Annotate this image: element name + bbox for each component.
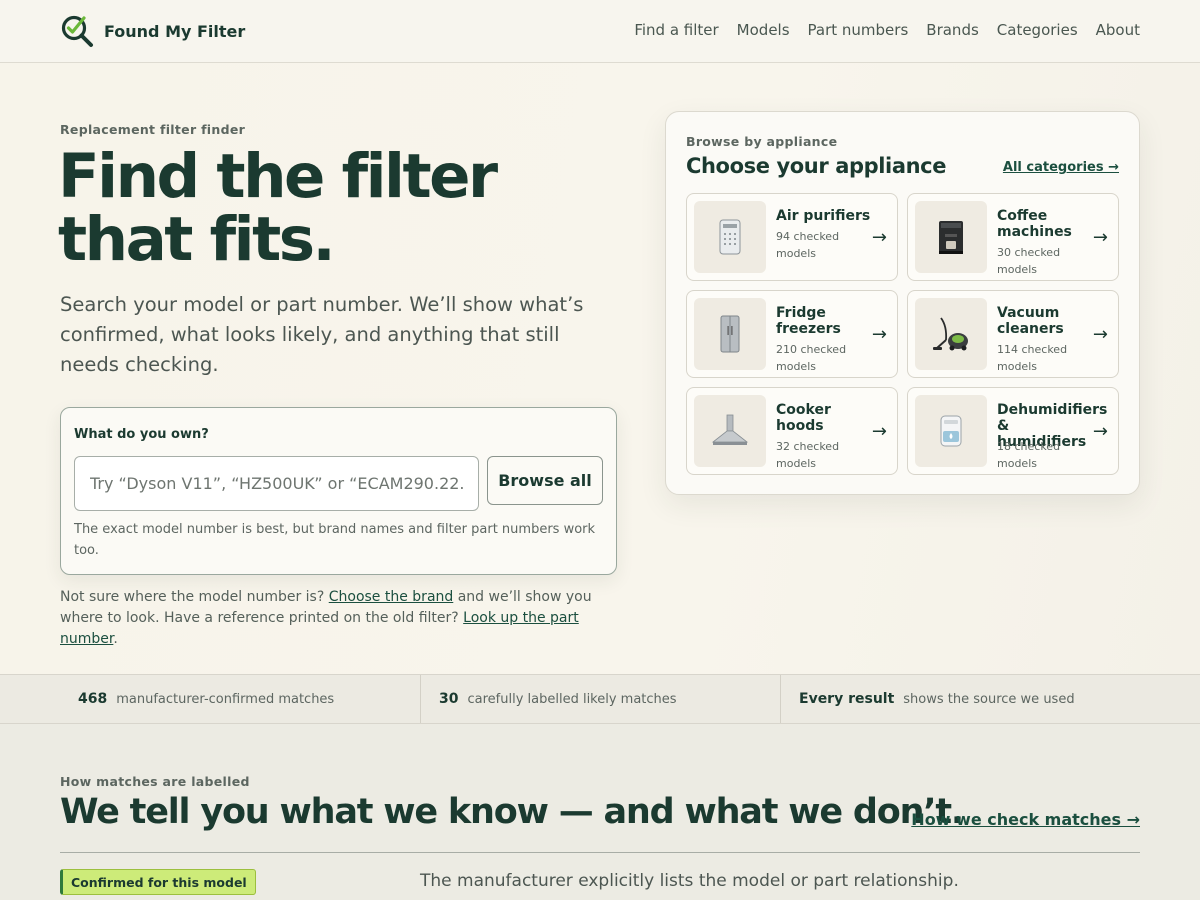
arrow-right-icon: → <box>1092 227 1108 248</box>
appliance-thumbnail <box>694 201 766 273</box>
panel-title: Choose your appliance <box>686 154 947 178</box>
main-nav: Find a filter Models Part numbers Brands… <box>634 21 1140 39</box>
hero-note-text-1: Not sure where the model number is? <box>60 589 329 605</box>
stat-number: 30 <box>439 691 459 707</box>
labels-eyebrow: How matches are labelled <box>60 774 250 789</box>
air-purifier-icon <box>719 219 741 255</box>
appliance-name: Fridge freezers <box>776 305 841 337</box>
choose-brand-link[interactable]: Choose the brand <box>329 589 454 605</box>
arrow-right-icon: → <box>1092 421 1108 442</box>
appliance-count: 94 checked models <box>776 230 840 260</box>
appliance-name: Cooker hoods <box>776 402 831 434</box>
stat-divider <box>780 675 781 723</box>
appliance-count: 114 checked models <box>997 343 1068 373</box>
search-input[interactable] <box>74 456 479 511</box>
hero-note: Not sure where the model number is? Choo… <box>60 587 625 650</box>
how-we-check-link[interactable]: How we check matches → <box>911 810 1140 829</box>
appliance-name: Vacuum cleaners <box>997 305 1064 337</box>
stat-confirmed: 468 manufacturer-confirmed matches <box>78 675 334 723</box>
hero-section: Replacement filter finder Find the filte… <box>0 63 1200 674</box>
search-card: What do you own? Browse all The exact mo… <box>60 407 617 575</box>
nav-categories[interactable]: Categories <box>997 21 1078 39</box>
section-divider <box>60 852 1140 853</box>
appliance-thumbnail <box>694 298 766 370</box>
arrow-right-icon: → <box>871 324 887 345</box>
appliance-thumbnail <box>915 395 987 467</box>
logo[interactable]: Found My Filter <box>60 14 245 48</box>
hero-eyebrow: Replacement filter finder <box>60 122 246 137</box>
labels-title: We tell you what we know — and what we d… <box>60 792 964 832</box>
appliance-thumbnail <box>915 298 987 370</box>
panel-eyebrow: Browse by appliance <box>686 134 838 149</box>
appliance-name: Air purifiers <box>776 208 871 224</box>
appliance-panel: Browse by appliance Choose your applianc… <box>665 111 1140 495</box>
stat-number: Every result <box>799 691 895 707</box>
match-labels-section: How matches are labelled We tell you wha… <box>0 724 1200 900</box>
arrow-right-icon: → <box>871 421 887 442</box>
search-help-text: The exact model number is best, but bran… <box>74 522 596 558</box>
stat-source: Every result shows the source we used <box>799 675 1075 723</box>
appliance-card-coffee-machines[interactable]: Coffee machines 30 checked models → <box>907 193 1119 281</box>
stat-label: carefully labelled likely matches <box>467 691 677 707</box>
all-categories-link[interactable]: All categories → <box>1003 160 1119 175</box>
hero-title: Find the filter that fits. <box>58 141 498 275</box>
dehumidifier-icon <box>940 415 962 447</box>
nav-about[interactable]: About <box>1096 21 1140 39</box>
confirmed-badge: Confirmed for this model <box>60 869 256 895</box>
arrow-right-icon: → <box>1092 324 1108 345</box>
search-label: What do you own? <box>74 427 209 442</box>
appliance-thumbnail <box>694 395 766 467</box>
appliance-name: Coffee machines <box>997 208 1072 240</box>
hero-subtitle: Search your model or part number. We’ll … <box>60 293 584 376</box>
appliance-count: 18 checked models <box>997 440 1061 470</box>
stats-strip: 468 manufacturer-confirmed matches 30 ca… <box>0 674 1200 724</box>
nav-find-a-filter[interactable]: Find a filter <box>634 21 718 39</box>
appliance-card-vacuum-cleaners[interactable]: Vacuum cleaners 114 checked models → <box>907 290 1119 378</box>
stat-likely: 30 carefully labelled likely matches <box>439 675 677 723</box>
stat-label: manufacturer-confirmed matches <box>116 691 335 707</box>
browse-all-button[interactable]: Browse all <box>487 456 603 505</box>
stat-number: 468 <box>78 691 108 707</box>
nav-brands[interactable]: Brands <box>926 21 979 39</box>
magnifier-check-icon <box>61 15 93 47</box>
fridge-freezer-icon <box>720 315 740 353</box>
appliance-count: 210 checked models <box>776 343 847 373</box>
appliance-card-air-purifiers[interactable]: Air purifiers 94 checked models → <box>686 193 898 281</box>
hero-note-text-3: . <box>113 631 118 647</box>
stat-label: shows the source we used <box>903 691 1075 707</box>
stat-divider <box>420 675 421 723</box>
vacuum-cleaner-icon <box>933 317 968 351</box>
appliance-card-dehumidifiers[interactable]: Dehumidifiers & humidifiers 18 checked m… <box>907 387 1119 475</box>
nav-models[interactable]: Models <box>737 21 790 39</box>
cooker-hood-icon <box>711 414 749 445</box>
appliance-count: 32 checked models <box>776 440 840 470</box>
appliance-thumbnail <box>915 201 987 273</box>
appliance-count: 30 checked models <box>997 246 1061 276</box>
appliance-card-cooker-hoods[interactable]: Cooker hoods 32 checked models → <box>686 387 898 475</box>
coffee-machine-icon <box>939 221 963 254</box>
nav-part-numbers[interactable]: Part numbers <box>808 21 909 39</box>
arrow-right-icon: → <box>871 227 887 248</box>
confirmed-description: The manufacturer explicitly lists the mo… <box>420 871 959 891</box>
appliance-card-fridge-freezers[interactable]: Fridge freezers 210 checked models → <box>686 290 898 378</box>
site-header: Found My Filter Find a filter Models Par… <box>0 0 1200 63</box>
brand-name: Found My Filter <box>104 21 246 41</box>
